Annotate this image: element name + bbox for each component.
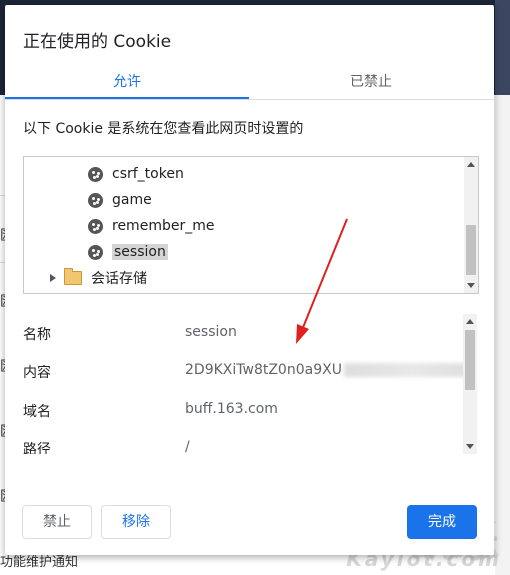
folder-icon [64,268,82,285]
background-page-right [495,95,510,575]
tree-item-session[interactable]: session [88,241,168,263]
cookie-icon [88,218,103,234]
tree-scrollbar[interactable] [464,157,478,293]
detail-value: / [185,439,190,454]
scroll-down-icon[interactable] [466,444,474,449]
cookie-icon [88,192,103,208]
tab-bar: 允许 已禁止 [5,67,494,100]
detail-value: 2D9KXiTw8tZ0n0a9XU [185,362,342,378]
detail-label: 名称 [23,327,51,343]
remove-button[interactable]: 移除 [101,505,171,539]
tree-item-remember-me[interactable]: remember_me [88,215,214,237]
tab-allowed[interactable]: 允许 [5,67,249,99]
detail-label: 路径 [23,442,51,454]
detail-row-path: 路径 / [23,435,463,454]
tree-item-game[interactable]: game [88,189,152,211]
scroll-down-icon[interactable] [467,283,475,288]
redacted-content [343,363,477,377]
detail-value: buff.163.com [185,401,278,417]
scroll-up-icon[interactable] [466,319,474,324]
scroll-up-icon[interactable] [467,162,475,167]
tree-item-session-storage[interactable]: 会话存储 [50,267,147,289]
tree-item-csrf-token[interactable]: csrf_token [88,163,184,185]
tree-item-label: remember_me [112,218,215,234]
cookie-icon [88,244,103,260]
dialog-description: 以下 Cookie 是系统在您查看此网页时设置的 [23,121,304,137]
done-button[interactable]: 完成 [407,505,477,539]
scrollbar-thumb[interactable] [465,330,475,390]
scrollbar-thumb[interactable] [466,225,476,275]
detail-row-name: 名称 session [23,320,463,346]
tree-item-label: 会话存储 [91,271,147,287]
tab-divider [5,99,494,100]
cookie-icon [88,166,103,182]
cookie-details: 名称 session 内容 2D9KXiTw8tZ0n0a9XU 域名 buff… [23,314,477,454]
expand-arrow-icon[interactable] [50,274,56,282]
cookies-dialog: 正在使用的 Cookie 允许 已禁止 以下 Cookie 是系统在您查看此网页… [5,5,494,555]
block-button[interactable]: 禁止 [22,505,92,539]
detail-value-wrap: 2D9KXiTw8tZ0n0a9XU [185,362,477,378]
detail-row-content: 内容 2D9KXiTw8tZ0n0a9XU [23,358,477,384]
tab-blocked[interactable]: 已禁止 [249,67,493,97]
detail-value: session [185,324,237,340]
tree-item-label: csrf_token [112,166,184,182]
detail-row-domain: 域名 buff.163.com [23,397,463,423]
detail-label: 域名 [23,404,51,420]
tree-item-label: session [112,244,168,260]
cookie-tree[interactable]: csrf_token game remember_me session 会话存储 [23,156,479,294]
dialog-title: 正在使用的 Cookie [23,32,172,52]
tree-item-label: game [112,192,152,208]
detail-label: 内容 [23,365,51,381]
details-scrollbar[interactable] [463,314,477,454]
